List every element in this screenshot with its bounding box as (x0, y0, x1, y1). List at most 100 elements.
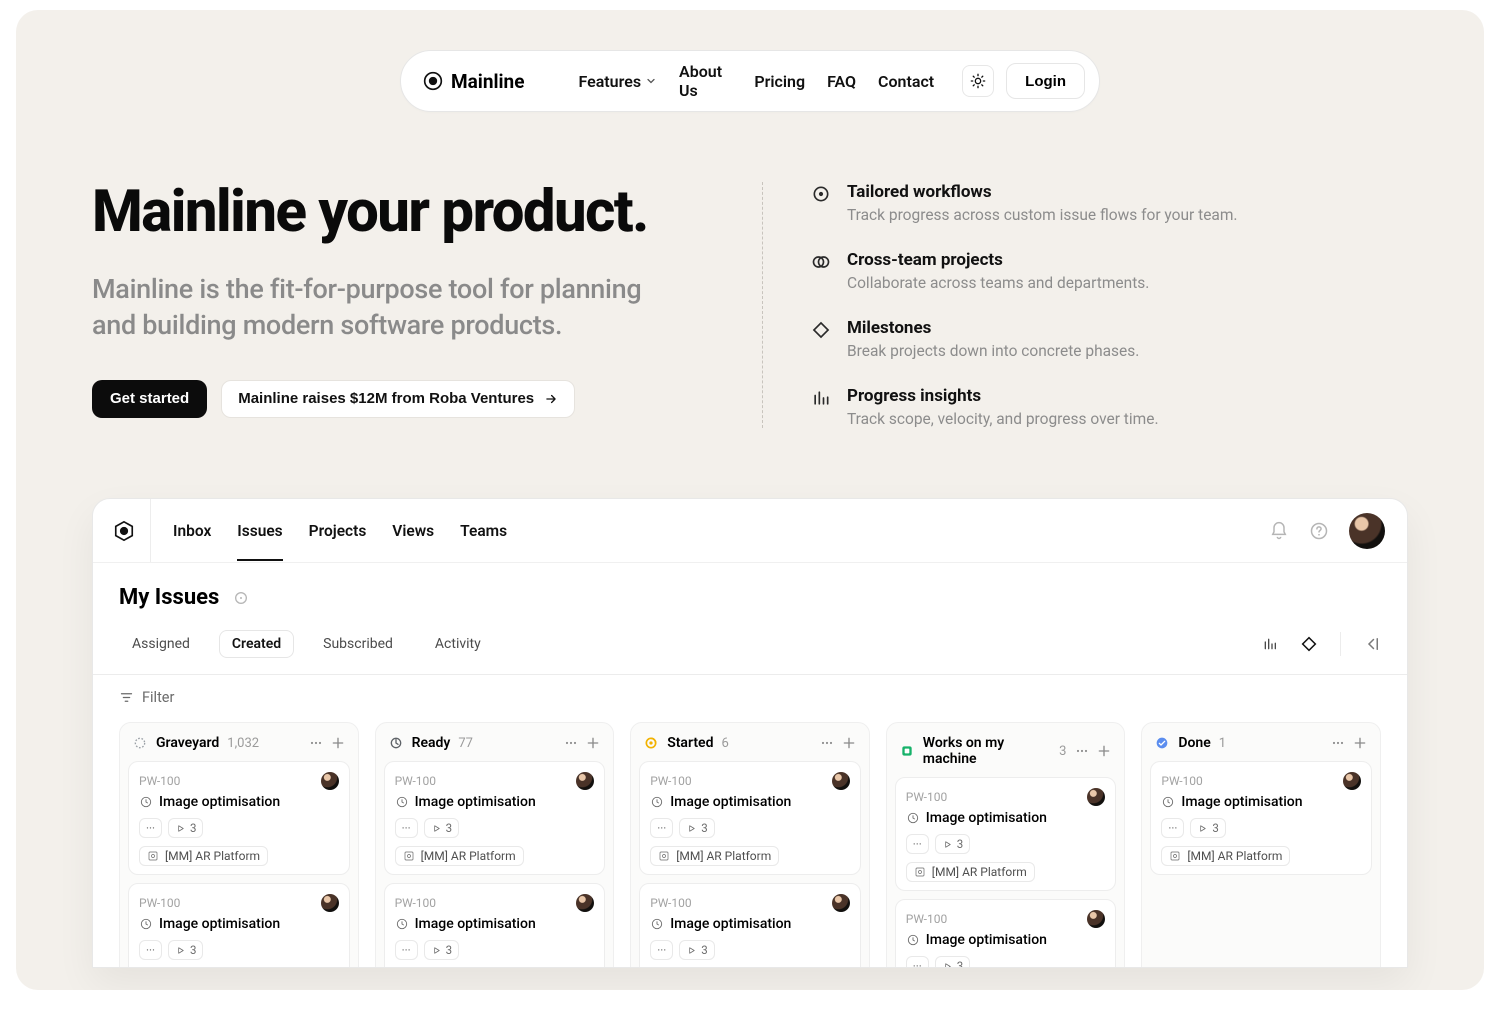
more-icon[interactable] (308, 735, 324, 751)
section-title: My Issues (119, 585, 219, 610)
subtab-assigned[interactable]: Assigned (119, 630, 203, 658)
diamond-icon[interactable] (1300, 635, 1318, 653)
subtab-subscribed[interactable]: Subscribed (310, 630, 406, 658)
issue-card[interactable]: PW-100 Image optimisation ··· 3 [MM] AR … (384, 761, 606, 875)
collapse-right-icon[interactable] (1363, 635, 1381, 653)
more-chip[interactable]: ··· (139, 940, 162, 960)
help-icon[interactable] (1309, 521, 1329, 541)
assignee-avatar[interactable] (832, 772, 850, 790)
project-chip[interactable]: [MM] AR Platform (139, 846, 268, 866)
brand-logo-icon (423, 71, 443, 91)
plus-icon[interactable] (330, 735, 346, 751)
project-chip[interactable]: [MM] AR Platform (395, 846, 524, 866)
app-tabs: Inbox Issues Projects Views Teams (173, 500, 507, 561)
app-tab-inbox[interactable]: Inbox (173, 500, 211, 561)
login-button[interactable]: Login (1006, 63, 1085, 99)
issue-card[interactable]: PW-100 Image optimisation ··· 3 [MM] AR … (384, 883, 606, 968)
app-logo[interactable] (93, 499, 151, 562)
clock-icon (139, 795, 153, 809)
plus-icon[interactable] (1352, 735, 1368, 751)
assignee-avatar[interactable] (576, 772, 594, 790)
project-chip[interactable]: [MM] AR Platform (1161, 846, 1290, 866)
feature-title: Cross-team projects (847, 250, 1149, 270)
more-icon[interactable] (819, 735, 835, 751)
product-screenshot: InboxIssuesProjectsViewsTeams My Issues … (92, 498, 1408, 968)
subissues-chip[interactable]: 3 (424, 940, 459, 960)
issue-id: PW-100 (139, 896, 180, 910)
theme-toggle-button[interactable] (962, 65, 994, 97)
more-chip[interactable]: ··· (650, 818, 673, 838)
brand[interactable]: Mainline (423, 70, 524, 93)
status-graveyard-icon (132, 735, 148, 751)
app-tab-issues[interactable]: Issues (237, 500, 282, 561)
more-chip[interactable]: ··· (650, 940, 673, 960)
top-navbar: Mainline Features About Us Pricing FAQ C… (400, 50, 1100, 112)
plus-icon[interactable] (1096, 743, 1112, 759)
more-chip[interactable]: ··· (906, 834, 929, 854)
feature-desc: Track scope, velocity, and progress over… (847, 410, 1159, 428)
assignee-avatar[interactable] (576, 894, 594, 912)
more-icon[interactable] (1074, 743, 1090, 759)
app-tab-views[interactable]: Views (392, 500, 434, 561)
issue-card[interactable]: PW-100 Image optimisation ··· 3 [MM] AR … (128, 761, 350, 875)
issue-card[interactable]: PW-100 Image optimisation ··· 3 [MM] AR … (128, 883, 350, 968)
more-chip[interactable]: ··· (395, 940, 418, 960)
user-avatar[interactable] (1349, 513, 1385, 549)
assignee-avatar[interactable] (321, 894, 339, 912)
more-icon[interactable] (563, 735, 579, 751)
subtab-created[interactable]: Created (219, 630, 294, 658)
get-started-button[interactable]: Get started (92, 380, 207, 418)
subissues-chip[interactable]: 3 (935, 834, 970, 854)
assignee-avatar[interactable] (1343, 772, 1361, 790)
app-tab-teams[interactable]: Teams (460, 500, 507, 561)
nav-faq[interactable]: FAQ (827, 72, 856, 91)
subissues-chip[interactable]: 3 (168, 940, 203, 960)
more-chip[interactable]: ··· (139, 818, 162, 838)
subissues-chip[interactable]: 3 (679, 818, 714, 838)
column-ready: Ready 77 PW-100 Image optimisation ··· 3… (375, 722, 615, 968)
filter-label: Filter (142, 689, 174, 706)
issue-title: Image optimisation (415, 916, 536, 932)
nav-features[interactable]: Features (578, 72, 657, 91)
assignee-avatar[interactable] (321, 772, 339, 790)
info-circle-icon[interactable] (233, 590, 249, 606)
more-icon[interactable] (1330, 735, 1346, 751)
issue-id: PW-100 (906, 790, 947, 804)
subissues-chip[interactable]: 3 (935, 956, 970, 968)
issue-card[interactable]: PW-100 Image optimisation ··· 3 [MM] AR … (895, 777, 1117, 891)
issue-card[interactable]: PW-100 Image optimisation ··· 3 [MM] AR … (639, 883, 861, 968)
clock-icon (906, 811, 920, 825)
subissues-chip[interactable]: 3 (168, 818, 203, 838)
nav-pricing[interactable]: Pricing (754, 72, 805, 91)
arrow-right-icon (544, 392, 558, 406)
nav-links: Features About Us Pricing FAQ Contact (578, 62, 934, 100)
announcement-button[interactable]: Mainline raises $12M from Roba Ventures (221, 380, 575, 418)
nav-about[interactable]: About Us (679, 62, 732, 100)
bell-icon[interactable] (1269, 521, 1289, 541)
filter-button[interactable]: Filter (119, 675, 1381, 722)
column-count: 6 (721, 736, 728, 751)
plus-icon[interactable] (585, 735, 601, 751)
nav-contact[interactable]: Contact (878, 72, 934, 91)
more-chip[interactable]: ··· (1161, 818, 1184, 838)
issue-card[interactable]: PW-100 Image optimisation ··· 3 [MM] AR … (1150, 761, 1372, 875)
issue-card[interactable]: PW-100 Image optimisation ··· 3 [MM] AR … (639, 761, 861, 875)
issue-id: PW-100 (395, 896, 436, 910)
chart-icon[interactable] (1262, 636, 1278, 652)
assignee-avatar[interactable] (832, 894, 850, 912)
subissues-chip[interactable]: 3 (679, 940, 714, 960)
more-chip[interactable]: ··· (395, 818, 418, 838)
assignee-avatar[interactable] (1087, 910, 1105, 928)
project-chip[interactable]: [MM] AR Platform (906, 862, 1035, 882)
plus-icon[interactable] (841, 735, 857, 751)
issue-title: Image optimisation (926, 810, 1047, 826)
assignee-avatar[interactable] (1087, 788, 1105, 806)
subissues-chip[interactable]: 3 (1190, 818, 1225, 838)
more-chip[interactable]: ··· (906, 956, 929, 968)
project-chip[interactable]: [MM] AR Platform (650, 846, 779, 866)
subissues-chip[interactable]: 3 (424, 818, 459, 838)
feature-list: Tailored workflows Track progress across… (762, 182, 1408, 428)
issue-card[interactable]: PW-100 Image optimisation ··· 3 [MM] AR … (895, 899, 1117, 968)
app-tab-projects[interactable]: Projects (309, 500, 367, 561)
subtab-activity[interactable]: Activity (422, 630, 494, 658)
